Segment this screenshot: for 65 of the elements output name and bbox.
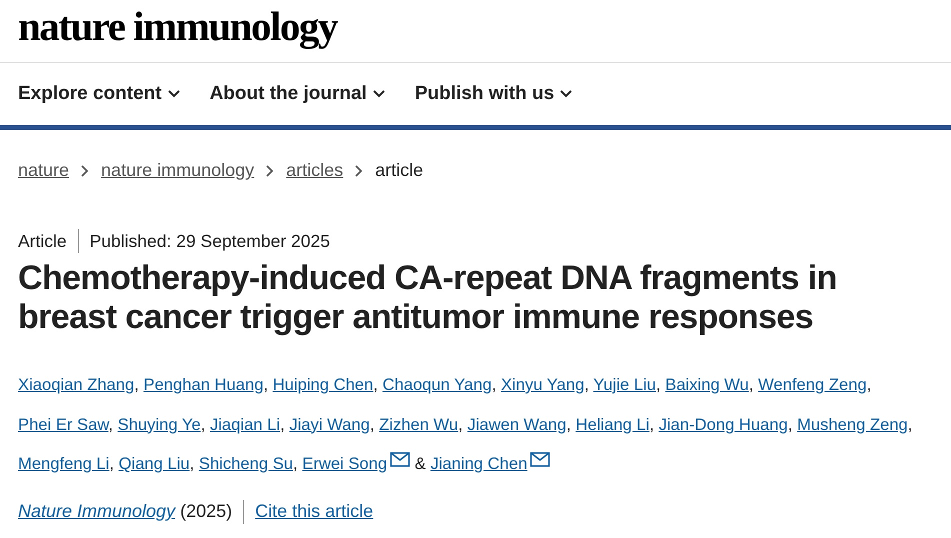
journal-logo[interactable]: nature immunology (18, 3, 337, 49)
article-title: Chemotherapy-induced CA-repeat DNA fragments in breast cancer trigger antitumor immune responses (18, 259, 838, 337)
author-link[interactable]: Yujie Liu (593, 375, 656, 394)
email-icon[interactable] (530, 452, 550, 467)
author-separator: , (108, 414, 114, 434)
author-separator: , (134, 375, 139, 394)
author-link[interactable]: Jianing Chen (430, 454, 528, 473)
author-link[interactable]: Shicheng Su (198, 454, 293, 473)
chevron-down-icon (168, 90, 180, 98)
chevron-right-icon (355, 164, 364, 176)
author-link[interactable]: Erwei Song (302, 454, 388, 473)
author-separator: , (748, 375, 754, 394)
author-link[interactable]: Xinyu Yang (500, 375, 584, 394)
author-link[interactable]: Mengfeng Li (18, 454, 110, 473)
author-link[interactable]: Penghan Huang (144, 375, 264, 394)
author-link[interactable]: Jiawen Wang (467, 414, 566, 434)
author-link[interactable]: Jiayi Wang (289, 414, 370, 434)
author-link[interactable]: Shuying Ye (118, 414, 201, 434)
publication-year: (2025) (180, 501, 232, 522)
journal-link[interactable]: Nature Immunology (18, 501, 176, 522)
author-separator: , (584, 375, 589, 394)
author-link[interactable]: Heliang Li (576, 414, 650, 434)
breadcrumb-link[interactable]: article (375, 160, 424, 181)
author-separator: , (866, 375, 872, 394)
breadcrumb-link[interactable]: nature immunology (101, 160, 254, 181)
author-link[interactable]: Phei Er Saw (18, 414, 108, 434)
author-separator: , (458, 414, 463, 434)
author-link[interactable]: Baixing Wu (665, 375, 749, 394)
author-separator: , (190, 454, 194, 473)
author-separator: , (788, 414, 792, 434)
chevron-right-icon (266, 164, 274, 176)
author-link[interactable]: Wenfeng Zeng (758, 375, 867, 394)
author-separator: , (492, 375, 496, 394)
nav-menu-item[interactable]: Explore content (18, 83, 180, 105)
breadcrumb-link[interactable]: articles (286, 160, 344, 181)
author-link[interactable]: Chaoqun Yang (382, 375, 492, 394)
author-link[interactable]: Xiaoqian Zhang (18, 375, 134, 394)
author-link[interactable]: Jian-Dong Huang (658, 414, 788, 434)
article-type: Article (18, 230, 67, 252)
author-separator: & (414, 454, 426, 473)
author-separator: , (293, 454, 298, 473)
author-separator: , (370, 414, 374, 434)
chevron-right-icon (81, 164, 90, 176)
author-link[interactable]: Zizhen Wu (379, 414, 458, 434)
author-separator: , (373, 375, 378, 394)
author-separator: , (109, 454, 114, 473)
author-separator: , (280, 414, 285, 434)
author-separator: , (566, 414, 572, 434)
chevron-down-icon (560, 90, 572, 98)
cite-link[interactable]: Cite this article (255, 501, 374, 522)
author-separator: , (656, 375, 661, 394)
author-link[interactable]: Qiang Liu (118, 454, 190, 473)
author-separator: , (649, 414, 654, 434)
breadcrumb-link[interactable]: nature (18, 160, 70, 181)
published-date: Published: 29 September 2025 (90, 230, 330, 252)
author-link[interactable]: Huiping Chen (272, 375, 374, 394)
author-separator: , (908, 414, 912, 434)
author-link[interactable]: Musheng Zeng (797, 414, 908, 434)
chevron-down-icon (372, 90, 385, 98)
author-link[interactable]: Jiaqian Li (210, 414, 280, 434)
author-separator: , (200, 414, 206, 434)
nav-menu-item[interactable]: Publish with us (414, 83, 572, 105)
email-icon[interactable] (390, 452, 410, 467)
nav-menu-item[interactable]: About the journal (210, 83, 385, 105)
author-separator: , (263, 375, 268, 394)
